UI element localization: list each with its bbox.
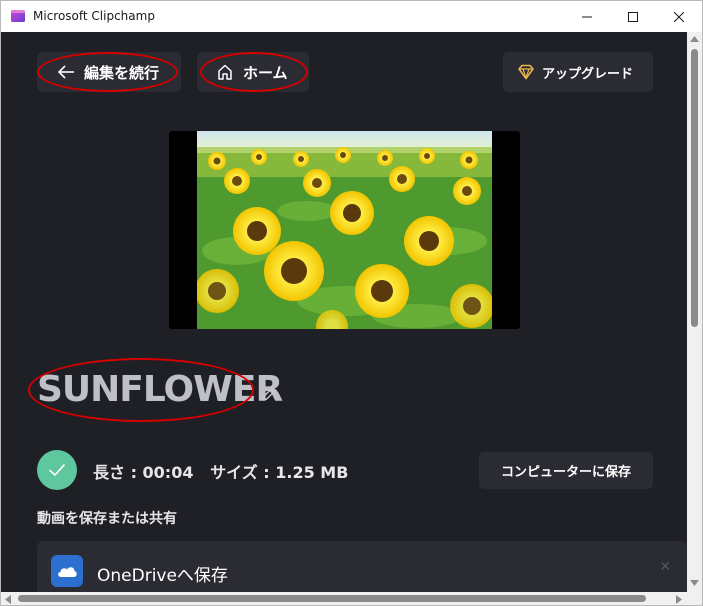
vertical-scrollbar[interactable]	[687, 32, 702, 592]
arrow-left-icon	[57, 65, 74, 79]
upgrade-button[interactable]: アップグレード	[503, 52, 653, 92]
scroll-left-icon[interactable]	[5, 595, 11, 604]
project-title[interactable]: SUNFLOWER	[37, 369, 283, 410]
sunflower-thumbnail	[197, 131, 492, 329]
share-option-onedrive[interactable]: OneDriveへ保存 ✕	[37, 541, 687, 592]
window-title: Microsoft Clipchamp	[33, 9, 155, 23]
home-label: ホーム	[243, 64, 288, 82]
onedrive-icon	[51, 555, 83, 587]
diamond-icon	[518, 64, 534, 80]
home-icon	[218, 64, 232, 80]
save-to-computer-label: コンピューターに保存	[500, 465, 631, 480]
scroll-down-icon[interactable]	[690, 580, 699, 586]
share-section-heading: 動画を保存または共有	[37, 511, 177, 527]
export-complete-badge	[37, 450, 77, 490]
clipchamp-logo-icon	[11, 10, 25, 22]
continue-editing-label: 編集を続行	[84, 64, 160, 82]
onedrive-label: OneDriveへ保存	[97, 566, 228, 586]
home-button[interactable]: ホーム	[197, 52, 309, 92]
export-page: 編集を続行 ホーム アップグレード SUNFLOWER 長さ: 00:04 サ…	[1, 32, 687, 592]
check-icon	[49, 464, 65, 476]
app-window: Microsoft Clipchamp 編集を続行 ホーム アップグレード SU…	[0, 0, 703, 606]
close-icon[interactable]: ✕	[659, 559, 671, 575]
scrollbar-corner	[687, 592, 702, 605]
upgrade-label: アップグレード	[542, 67, 634, 82]
continue-editing-button[interactable]: 編集を続行	[37, 52, 181, 92]
maximize-button[interactable]	[610, 1, 656, 32]
export-meta: 長さ : 00:04 サイズ : 1.25 MB	[93, 463, 349, 482]
horizontal-scroll-thumb[interactable]	[18, 595, 646, 602]
minimize-icon	[582, 16, 592, 17]
horizontal-scrollbar[interactable]	[1, 592, 687, 605]
scroll-right-icon[interactable]	[676, 595, 682, 604]
vertical-scroll-thumb[interactable]	[691, 49, 698, 327]
title-bar: Microsoft Clipchamp	[1, 1, 702, 32]
minimize-button[interactable]	[564, 1, 610, 32]
video-preview[interactable]	[169, 131, 520, 329]
scroll-up-icon[interactable]	[690, 36, 699, 42]
close-button[interactable]	[656, 1, 702, 32]
close-icon	[674, 11, 684, 22]
save-to-computer-button[interactable]: コンピューターに保存	[479, 452, 653, 489]
maximize-icon	[628, 11, 638, 22]
pencil-icon[interactable]	[259, 384, 279, 404]
